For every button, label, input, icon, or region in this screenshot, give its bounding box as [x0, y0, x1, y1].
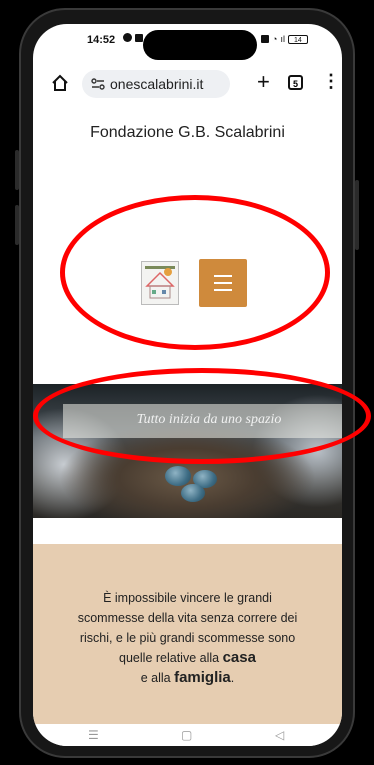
- volume-button: [15, 205, 19, 245]
- wifi-icon: ◔: [272, 34, 278, 44]
- quote-emphasis: casa: [222, 649, 256, 666]
- quote-text-part: e alla: [140, 671, 175, 685]
- address-bar[interactable]: onescalabrini.it: [82, 70, 230, 98]
- notification-icon: [123, 33, 132, 42]
- status-icons: ◔ ıl 14: [261, 34, 308, 44]
- overflow-menu-icon[interactable]: ⋮: [322, 71, 340, 92]
- camera-notch: [143, 30, 257, 60]
- quote-text-part: .: [230, 671, 235, 685]
- home-icon[interactable]: [51, 74, 69, 92]
- annotation-circle: [33, 368, 371, 464]
- quote-line: rischi, e le più grandi scommesse sono: [79, 631, 296, 645]
- recent-apps-icon[interactable]: ☰: [88, 728, 99, 742]
- nfc-icon: [261, 35, 269, 43]
- quote-text: È impossibile vincere le grandi scommess…: [39, 588, 336, 688]
- system-nav-bar: ☰ ▢ ◁: [33, 724, 342, 746]
- status-time: 14:52: [87, 34, 116, 46]
- back-icon[interactable]: ◁: [275, 728, 284, 742]
- quote-line: scommesse della vita senza correre dei: [77, 611, 298, 625]
- url-text[interactable]: onescalabrini.it: [110, 76, 203, 92]
- volume-button: [15, 150, 19, 190]
- signal-icon: ıl: [280, 34, 285, 44]
- notification-icons: [123, 33, 143, 42]
- plus-icon[interactable]: +: [257, 69, 270, 95]
- quote-text-part: quelle relative alla: [119, 651, 223, 665]
- annotation-circle: [60, 195, 330, 350]
- quote-line: quelle relative alla casa: [39, 648, 336, 668]
- home-nav-icon[interactable]: ▢: [181, 728, 192, 742]
- egg-image: [181, 484, 205, 502]
- status-bar: 14:52 ◔ ıl 14: [33, 24, 342, 60]
- power-button: [355, 180, 359, 250]
- quote-emphasis: famiglia: [174, 669, 231, 686]
- quote-section: È impossibile vincere le grandi scommess…: [33, 544, 342, 724]
- tabs-icon[interactable]: 5: [288, 75, 303, 90]
- egg-image: [165, 466, 191, 486]
- browser-toolbar: onescalabrini.it + 5 ⋮: [33, 68, 342, 102]
- site-info-icon[interactable]: [91, 78, 105, 90]
- battery-icon: 14: [287, 34, 308, 44]
- quote-line: È impossibile vincere le grandi: [103, 591, 272, 605]
- quote-line: e alla famiglia.: [39, 668, 336, 688]
- app-icon: [135, 33, 143, 42]
- site-title[interactable]: Fondazione G.B. Scalabrini: [33, 124, 342, 142]
